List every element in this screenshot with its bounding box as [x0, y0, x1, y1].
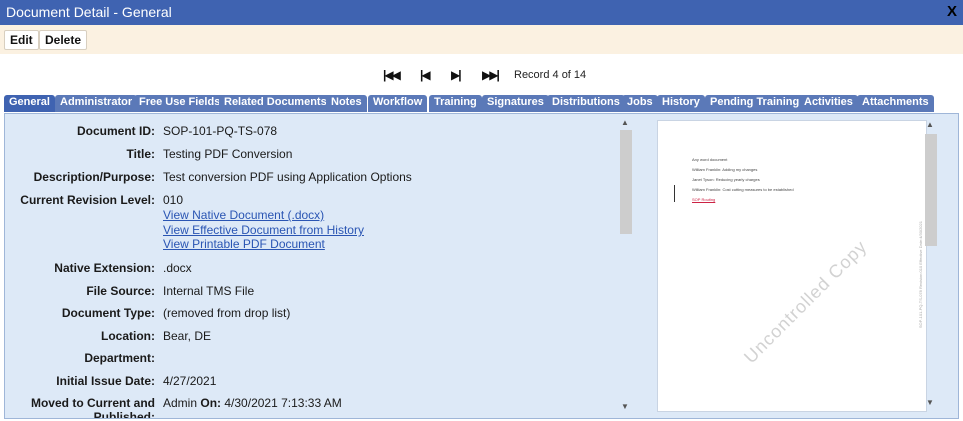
last-record-icon[interactable]: ▶▶|: [482, 68, 500, 82]
next-record-icon[interactable]: ▶|: [451, 68, 462, 82]
description-label: Description/Purpose:: [33, 170, 155, 184]
department-label: Department:: [84, 351, 155, 365]
scroll-down-arrow-icon[interactable]: ▼: [926, 398, 934, 407]
action-bar: Edit Delete: [0, 25, 963, 54]
record-pager: |◀◀ |◀ ▶| ▶▶| Record 4 of 14: [0, 68, 963, 84]
tab-attachments[interactable]: Attachments: [857, 95, 934, 112]
document-id-value: SOP-101-PQ-TS-078: [163, 124, 278, 138]
title-bar: Document Detail - General X: [0, 0, 963, 25]
tab-free-use-fields[interactable]: Free Use Fields: [134, 95, 226, 112]
document-type-value: (removed from drop list): [163, 306, 291, 320]
moved-by-user: Admin: [163, 396, 198, 410]
preview-link-line: SOP Routing: [692, 197, 716, 202]
native-extension-label: Native Extension:: [54, 261, 155, 275]
initial-issue-date-value: 4/27/2021: [163, 374, 217, 388]
close-button[interactable]: X: [947, 3, 957, 20]
document-type-label: Document Type:: [61, 306, 155, 320]
preview-scrollbar-thumb[interactable]: [925, 134, 937, 246]
fields-scrollbar-thumb[interactable]: [620, 130, 632, 234]
tab-jobs[interactable]: Jobs: [622, 95, 658, 112]
view-printable-pdf-link[interactable]: View Printable PDF Document: [163, 237, 325, 251]
tab-distributions[interactable]: Distributions: [547, 95, 625, 112]
preview-line: William Franklin: Cost cutting measures …: [692, 187, 794, 192]
tab-related-documents[interactable]: Related Documents: [219, 95, 332, 112]
tab-general[interactable]: General: [4, 95, 55, 112]
previous-record-icon[interactable]: |◀: [420, 68, 431, 82]
description-value: Test conversion PDF using Application Op…: [163, 170, 412, 184]
fields-scrollbar[interactable]: ▲ ▼: [620, 118, 632, 414]
moved-to-current-label: Moved to Current and: [30, 396, 155, 410]
preview-line: William Franklin: Adding my changes: [692, 167, 758, 172]
tab-history[interactable]: History: [657, 95, 705, 112]
document-id-label: Document ID:: [77, 124, 155, 138]
initial-issue-date-label: Initial Issue Date:: [56, 374, 155, 388]
published-label: Published:: [93, 410, 155, 419]
preview-line: Janet Tyson: Reducing yearly charges: [692, 177, 760, 182]
tab-pending-training[interactable]: Pending Training: [705, 95, 805, 112]
moved-by-value: Admin On: 4/30/2021 7:13:33 AM: [163, 396, 342, 410]
tab-administrator[interactable]: Administrator: [55, 95, 138, 112]
tab-activities[interactable]: Activities: [799, 95, 858, 112]
document-preview: Any word document William Franklin: Addi…: [657, 120, 927, 412]
edit-button[interactable]: Edit: [4, 30, 39, 50]
view-effective-document-link[interactable]: View Effective Document from History: [163, 223, 364, 237]
tab-training[interactable]: Training: [429, 95, 482, 112]
location-value: Bear, DE: [163, 329, 212, 343]
view-native-document-link[interactable]: View Native Document (.docx): [163, 208, 324, 222]
preview-footer-text: SOP-101-PQ-TS-078 Revision:010 Effective…: [918, 221, 923, 329]
revision-label: Current Revision Level:: [20, 193, 155, 207]
change-bar: [674, 185, 675, 202]
title-label: Title:: [126, 147, 155, 161]
preview-line: Any word document: [692, 157, 728, 162]
delete-button[interactable]: Delete: [39, 30, 88, 50]
on-label: On:: [200, 396, 222, 410]
record-counter: Record 4 of 14: [514, 69, 587, 81]
scroll-up-arrow-icon[interactable]: ▲: [926, 120, 934, 129]
first-record-icon[interactable]: |◀◀: [383, 68, 401, 82]
preview-scrollbar[interactable]: ▲ ▼: [925, 120, 937, 412]
tab-workflow[interactable]: Workflow: [368, 95, 428, 112]
window-title: Document Detail - General: [6, 4, 172, 20]
file-source-value: Internal TMS File: [163, 284, 255, 298]
title-value: Testing PDF Conversion: [163, 147, 293, 161]
general-panel: Document ID: SOP-101-PQ-TS-078 Title: Te…: [4, 113, 959, 419]
scroll-down-arrow-icon[interactable]: ▼: [621, 402, 629, 411]
moved-timestamp: 4/30/2021 7:13:33 AM: [224, 396, 342, 410]
uncontrolled-copy-watermark: Uncontrolled Copy: [740, 236, 871, 368]
tab-notes[interactable]: Notes: [326, 95, 367, 112]
tab-signatures[interactable]: Signatures: [482, 95, 549, 112]
revision-value: 010: [163, 193, 184, 207]
file-source-label: File Source:: [86, 284, 155, 298]
scroll-up-arrow-icon[interactable]: ▲: [621, 118, 629, 127]
location-label: Location:: [101, 329, 155, 343]
native-extension-value: .docx: [163, 261, 192, 275]
